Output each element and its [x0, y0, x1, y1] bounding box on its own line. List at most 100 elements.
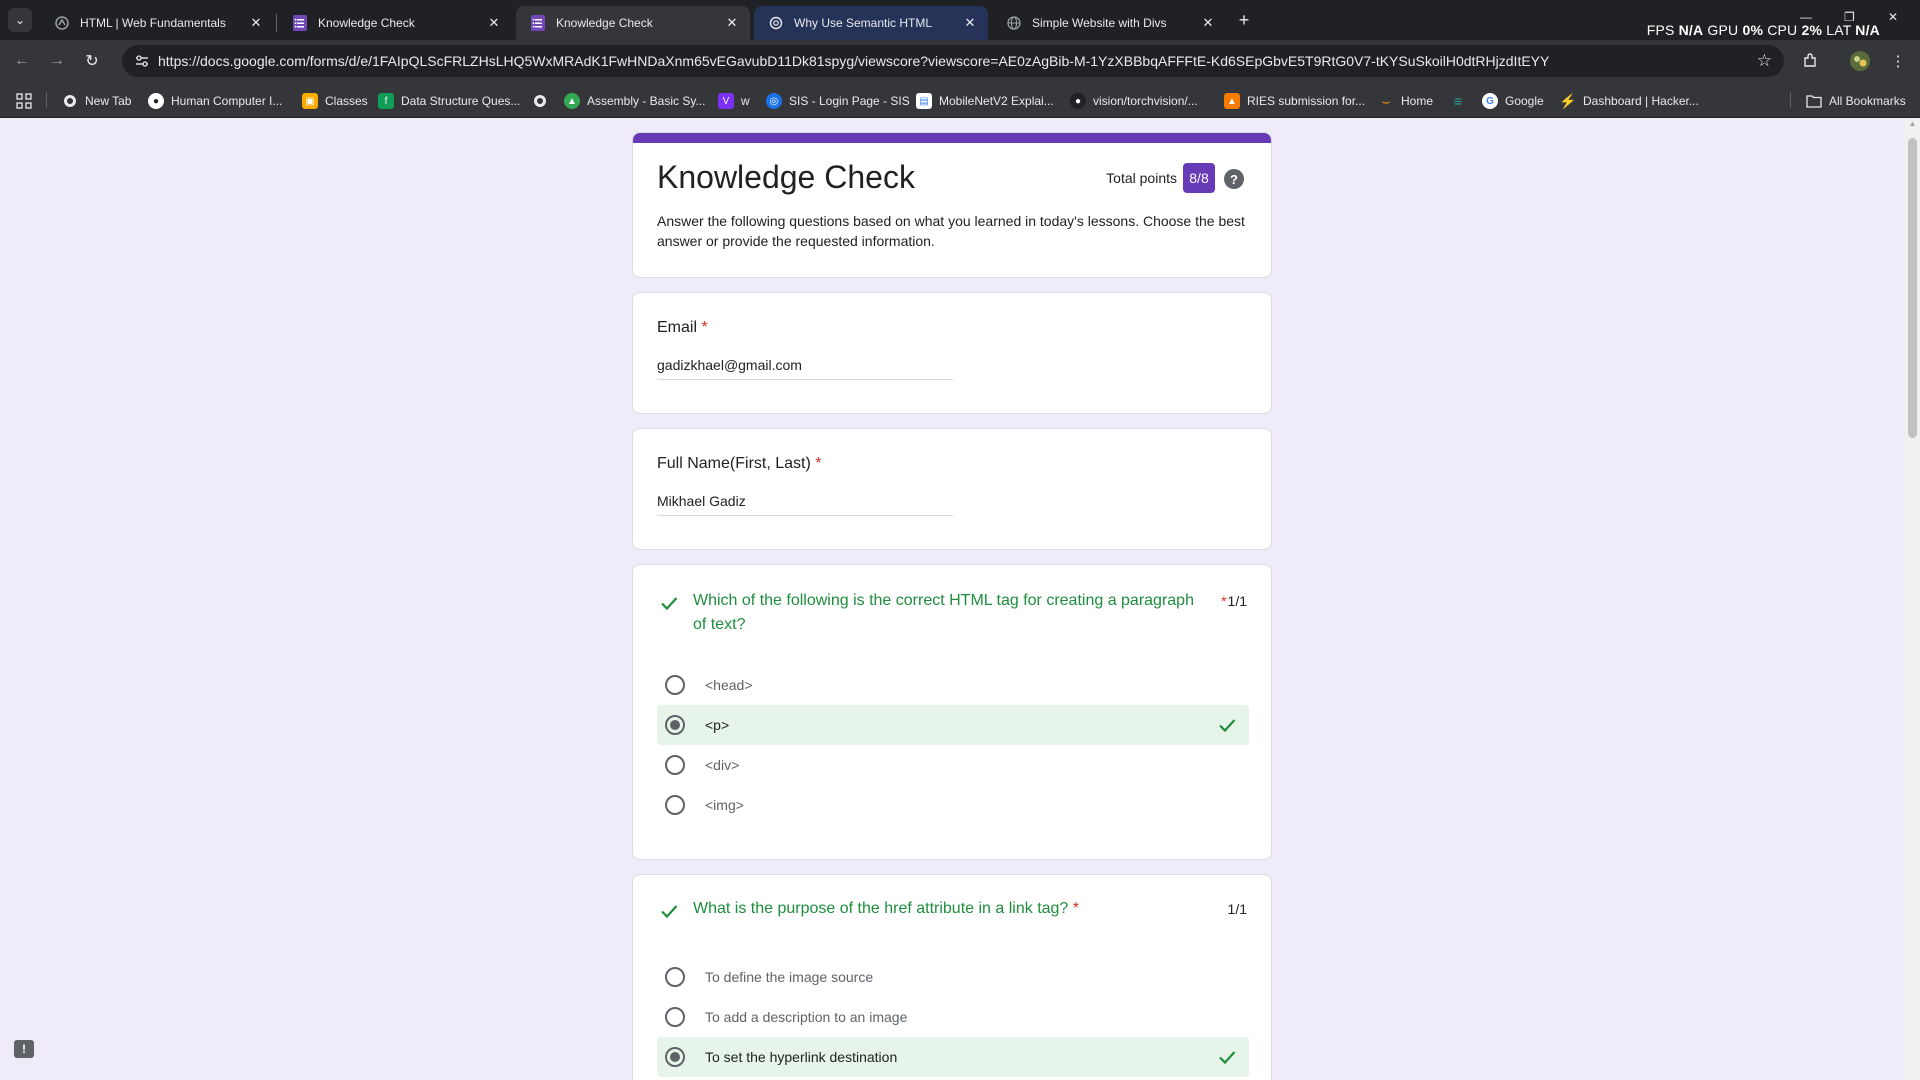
reload-icon: ↻ [85, 53, 99, 70]
apps-icon[interactable] [16, 91, 32, 111]
back-button[interactable]: ← [10, 49, 34, 73]
browser-toolbar: ← → ↻ https://docs.google.com/forms/d/e/… [0, 40, 1920, 82]
option-img: <img> [657, 785, 1249, 825]
bookmark-label: Home [1401, 94, 1434, 108]
bookmark-label: vision/torchvision/... [1093, 94, 1198, 108]
classroom-icon: ▣ [302, 93, 318, 109]
option-label: <head> [705, 677, 753, 693]
extensions-icon[interactable] [1798, 49, 1822, 73]
tab-title: Knowledge Check [318, 16, 415, 30]
dash-icon: ≡ [1453, 93, 1463, 109]
sis-icon: ◎ [766, 93, 782, 109]
bookmark-google[interactable]: G Google [1482, 91, 1544, 111]
window-close-icon[interactable]: ✕ [1888, 10, 1898, 24]
browser-menu-icon[interactable]: ⋮ [1886, 49, 1910, 73]
close-icon[interactable]: ✕ [248, 15, 264, 31]
all-bookmarks-button[interactable]: All Bookmarks [1806, 91, 1906, 111]
tab-bar: ⌄ HTML | Web Fundamentals ✕ Knowledge Ch… [0, 0, 1920, 40]
required-asterisk: * [1072, 900, 1080, 917]
forward-button[interactable]: → [45, 49, 69, 73]
bookmark-w[interactable]: V w [718, 91, 750, 111]
required-asterisk: * [815, 455, 822, 472]
bookmark-hci[interactable]: ● Human Computer I... [148, 91, 282, 111]
score-value: 1/1 [1227, 593, 1247, 609]
bookmark-data-structure[interactable]: f Data Structure Ques... [378, 91, 520, 111]
tab-search-button[interactable]: ⌄ [8, 8, 32, 32]
bookmark-new-tab[interactable]: New Tab [62, 91, 131, 111]
option-label: <p> [705, 717, 730, 733]
bookmark-home[interactable]: ⌣ Home [1378, 91, 1433, 111]
bookmark-assembly[interactable]: ▲ Assembly - Basic Sy... [564, 91, 705, 111]
bookmark-dash[interactable]: ≡ [1450, 91, 1473, 111]
close-icon[interactable]: ✕ [962, 15, 978, 31]
bookmark-sis[interactable]: ◎ SIS - Login Page - SIS [766, 91, 910, 111]
close-icon[interactable]: ✕ [1200, 15, 1216, 31]
option-description: To add a description to an image [657, 997, 1249, 1037]
bookmark-label: Dashboard | Hacker... [1583, 94, 1699, 108]
correct-check-icon [1219, 719, 1236, 733]
tab-title: Simple Website with Divs [1032, 16, 1167, 30]
arrow-left-icon: ← [14, 52, 30, 69]
google-forms-icon [530, 15, 546, 31]
bookmark-mobilenet[interactable]: ▤ MobileNetV2 Explai... [916, 91, 1054, 111]
tab-web-fundamentals[interactable]: HTML | Web Fundamentals ✕ [40, 6, 274, 40]
help-icon[interactable]: ? [1224, 169, 1244, 189]
correct-check-icon [661, 905, 678, 919]
sheet-icon: f [378, 93, 394, 109]
radio-button [665, 795, 685, 815]
bookmark-classes[interactable]: ▣ Classes [302, 91, 368, 111]
bookmark-label: Classes [325, 94, 368, 108]
new-tab-button[interactable]: + [1232, 8, 1256, 32]
address-bar[interactable]: https://docs.google.com/forms/d/e/1FAIpQ… [122, 45, 1784, 77]
header-accent-bar [633, 133, 1271, 143]
bookmark-globe[interactable] [532, 91, 555, 111]
radio-button [665, 1007, 685, 1027]
arrow-right-icon: → [49, 52, 65, 69]
bookmark-label: MobileNetV2 Explai... [939, 94, 1054, 108]
report-feedback-icon[interactable]: ! [14, 1040, 34, 1058]
page-scrollbar[interactable]: ▲ [1905, 118, 1920, 1080]
close-icon[interactable]: ✕ [486, 15, 502, 31]
bookmark-star-icon[interactable]: ☆ [1757, 51, 1772, 71]
option-head: <head> [657, 665, 1249, 705]
option-label: <div> [705, 757, 740, 773]
total-points-label: Total points [1106, 170, 1177, 186]
tab-simple-website[interactable]: Simple Website with Divs ✕ [992, 6, 1226, 40]
full-name-field: Mikhael Gadiz [657, 493, 953, 516]
tab-knowledge-check-1[interactable]: Knowledge Check ✕ [278, 6, 512, 40]
profile-avatar[interactable] [1848, 49, 1872, 73]
required-asterisk: * [1221, 593, 1227, 609]
option-hyperlink-correct: To set the hyperlink destination [657, 1037, 1249, 1077]
ries-icon: ▲ [1224, 93, 1240, 109]
tab-knowledge-check-active[interactable]: Knowledge Check ✕ [516, 6, 750, 40]
bookmark-label: New Tab [85, 94, 132, 108]
scroll-thumb[interactable] [1908, 138, 1917, 438]
tab-semantic-html[interactable]: Why Use Semantic HTML ✕ [754, 6, 988, 40]
amazon-icon: ⌣ [1381, 92, 1391, 109]
close-icon[interactable]: ✕ [724, 15, 740, 31]
github-icon: ● [1070, 93, 1086, 109]
tab-title: HTML | Web Fundamentals [80, 16, 226, 30]
bookmark-ries[interactable]: ▲ RIES submission for... [1224, 91, 1365, 111]
form-header-card: Knowledge Check Total points 8/8 ? Answe… [632, 132, 1272, 278]
reload-button[interactable]: ↻ [80, 49, 104, 73]
form-title: Knowledge Check [657, 159, 915, 195]
bolt-icon: ⚡ [1559, 92, 1577, 109]
gpu-value: 0% [1742, 22, 1764, 38]
doc-icon: ▤ [916, 93, 932, 109]
site-info-icon[interactable] [134, 53, 150, 69]
page-content: Knowledge Check Total points 8/8 ? Answe… [0, 118, 1920, 1080]
scroll-up-arrow[interactable]: ▲ [1908, 120, 1917, 128]
tab-separator [276, 14, 277, 32]
email-label: Email * [657, 319, 708, 337]
cpu-label: CPU [1767, 22, 1798, 38]
question-card-2: What is the purpose of the href attribut… [632, 874, 1272, 1080]
globe-icon [62, 93, 78, 109]
bookmarks-bar: New Tab ● Human Computer I... ▣ Classes … [0, 82, 1920, 118]
google-forms-icon [292, 15, 308, 31]
question-card-1: Which of the following is the correct HT… [632, 564, 1272, 860]
required-asterisk: * [701, 319, 708, 336]
question-score: *1/1 [1221, 593, 1247, 609]
bookmark-torchvision[interactable]: ● vision/torchvision/... [1070, 91, 1198, 111]
bookmark-hackerrank[interactable]: ⚡ Dashboard | Hacker... [1559, 91, 1699, 111]
